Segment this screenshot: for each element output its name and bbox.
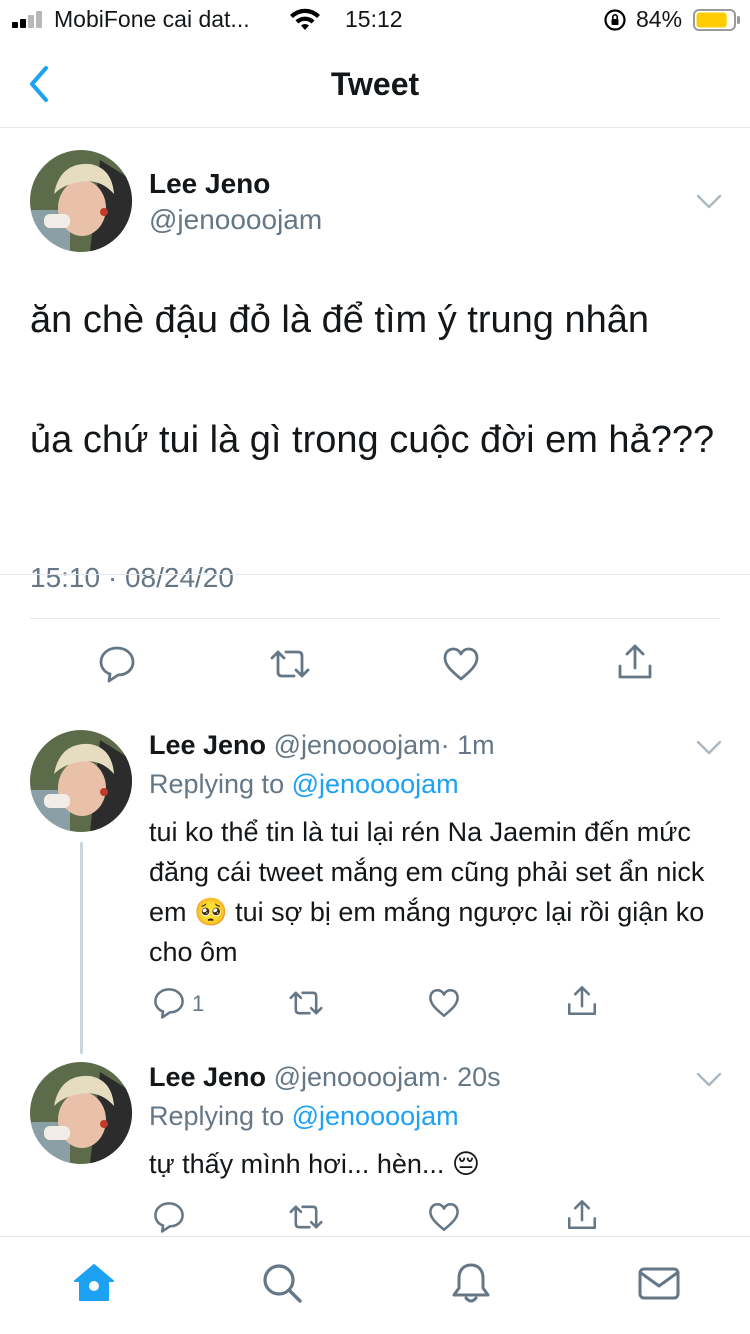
avatar[interactable] <box>30 1062 132 1164</box>
reply-icon[interactable] <box>152 1200 186 1234</box>
divider <box>30 618 720 619</box>
retweet-icon[interactable] <box>287 986 325 1020</box>
reply-icon[interactable] <box>152 986 186 1020</box>
page-title: Tweet <box>330 66 420 102</box>
section-divider <box>0 574 750 575</box>
thread-line <box>80 842 83 1054</box>
avatar[interactable] <box>30 150 132 252</box>
author-name[interactable]: Lee Jeno <box>149 1062 266 1092</box>
author-handle[interactable]: @jenoooojam <box>149 204 322 236</box>
replying-prefix: Replying to <box>149 769 285 799</box>
like-icon[interactable] <box>441 644 481 684</box>
tab-bar <box>0 1236 750 1334</box>
clock: 15:12 <box>345 6 403 32</box>
like-icon[interactable] <box>427 1200 461 1234</box>
reply-actions: 1 <box>140 984 640 1028</box>
battery-percent: 84% <box>636 6 683 32</box>
reply-time: · 1m <box>440 730 495 760</box>
share-icon[interactable] <box>565 1198 599 1232</box>
reply-time: · 20s <box>440 1062 501 1092</box>
chevron-down-icon[interactable] <box>696 194 722 210</box>
author-handle[interactable]: @jenoooojam <box>274 1062 441 1092</box>
rotation-lock-icon <box>604 9 626 31</box>
tweet-actions <box>0 640 750 700</box>
signal-icon <box>12 10 48 28</box>
reply-text: tự thấy mình hơi... hèn... 😔 <box>149 1149 481 1179</box>
home-icon[interactable] <box>72 1261 116 1305</box>
author-name[interactable]: Lee Jeno <box>149 168 270 200</box>
reply-header: Lee Jeno @jenoooojam· 20s <box>149 1062 501 1093</box>
author-name[interactable]: Lee Jeno <box>149 730 266 760</box>
navigation-bar: Tweet <box>0 40 750 128</box>
chevron-down-icon[interactable] <box>696 1072 722 1088</box>
tweet-text: ăn chè đậu đỏ là để tìm ý trung nhân ủa … <box>30 299 715 461</box>
carrier-name: MobiFone cai dat... <box>54 6 250 32</box>
replying-to: Replying to @jenoooojam <box>149 1101 459 1132</box>
reply-text: tui ko thể tin là tui lại rén Na Jaemin … <box>149 817 705 967</box>
share-icon[interactable] <box>615 642 655 682</box>
chevron-down-icon[interactable] <box>696 740 722 756</box>
avatar[interactable] <box>30 730 132 832</box>
wifi-icon <box>290 8 320 30</box>
battery-icon <box>693 9 740 31</box>
share-icon[interactable] <box>565 984 599 1018</box>
like-icon[interactable] <box>427 986 461 1020</box>
retweet-icon[interactable] <box>268 644 312 684</box>
reply-count: 1 <box>192 991 205 1016</box>
replying-to-link[interactable]: @jenoooojam <box>292 769 459 799</box>
replying-to-link[interactable]: @jenoooojam <box>292 1101 459 1131</box>
tweet-timestamp[interactable]: 15:10 · 08/24/20 <box>30 562 234 594</box>
author-handle[interactable]: @jenoooojam <box>274 730 441 760</box>
messages-icon[interactable] <box>637 1261 681 1305</box>
retweet-icon[interactable] <box>287 1200 325 1234</box>
replying-prefix: Replying to <box>149 1101 285 1131</box>
search-icon[interactable] <box>260 1261 304 1305</box>
reply-icon[interactable] <box>97 644 137 684</box>
reply-header: Lee Jeno @jenoooojam· 1m <box>149 730 495 761</box>
status-bar: MobiFone cai dat... 15:12 84% <box>0 0 750 40</box>
notifications-icon[interactable] <box>449 1261 493 1305</box>
replying-to: Replying to @jenoooojam <box>149 769 459 800</box>
